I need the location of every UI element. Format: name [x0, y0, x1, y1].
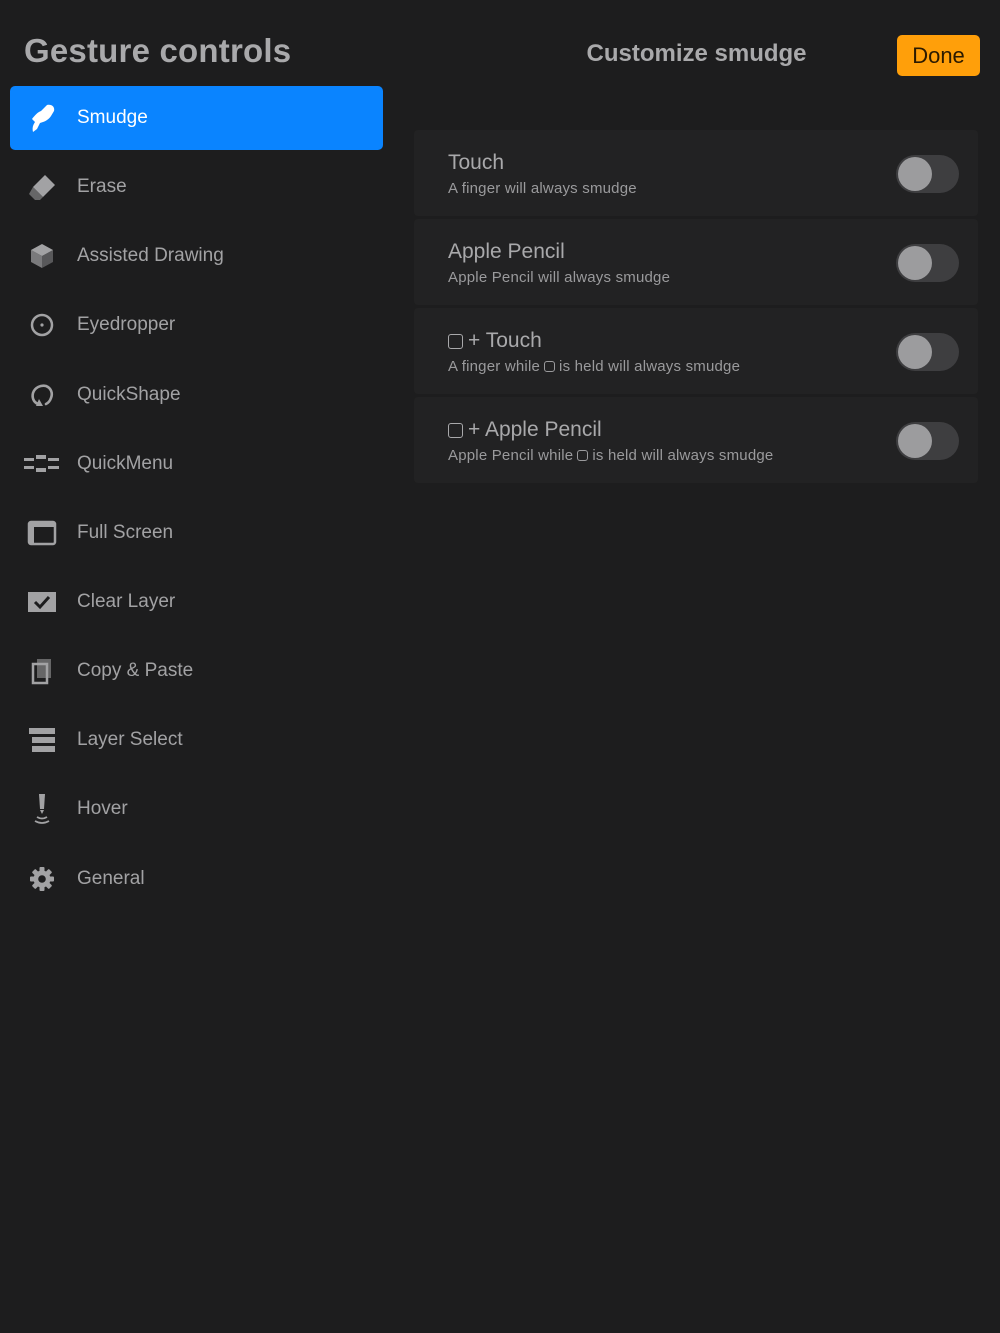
- panel-title: Gesture controls: [24, 32, 292, 69]
- touch-toggle[interactable]: [896, 155, 959, 193]
- sidebar-item-label: General: [77, 867, 145, 889]
- quickshape-icon: [24, 379, 60, 411]
- sidebar-item-label: Clear Layer: [77, 590, 176, 612]
- sidebar-item-quickshape[interactable]: QuickShape: [10, 363, 383, 427]
- sidebar-item-assisted-drawing[interactable]: Assisted Drawing: [10, 224, 383, 288]
- modifier-square-icon: [577, 450, 589, 461]
- modifier-square-icon: [448, 333, 463, 349]
- sidebar-item-label: Assisted Drawing: [77, 245, 224, 267]
- setting-title: Apple Pencil: [448, 240, 565, 264]
- gesture-list: Smudge Erase Assisted Drawing Eyedropper…: [10, 86, 383, 916]
- setting-title-text: + Apple Pencil: [468, 418, 602, 441]
- settings-list: Touch A finger will always smudge Apple …: [414, 130, 978, 486]
- sidebar-item-quickmenu[interactable]: QuickMenu: [10, 432, 383, 496]
- toggle-knob: [898, 335, 932, 369]
- sidebar-item-label: Hover: [77, 798, 128, 820]
- setting-description-text: Apple Pencil will always smudge: [448, 269, 671, 286]
- sidebar-item-layer-select[interactable]: Layer Select: [10, 708, 383, 772]
- setting-row-touch: Touch A finger will always smudge: [414, 130, 978, 216]
- sidebar-item-label: Layer Select: [77, 729, 183, 751]
- setting-title: Touch: [448, 151, 504, 175]
- sidebar-item-label: Erase: [77, 176, 127, 198]
- setting-description: A finger while is held will always smudg…: [448, 358, 740, 375]
- sidebar-item-full-screen[interactable]: Full Screen: [10, 501, 383, 565]
- toggle-knob: [898, 157, 932, 191]
- cube-icon: [24, 240, 60, 272]
- sidebar-item-hover[interactable]: Hover: [10, 777, 383, 841]
- layer-select-icon: [24, 724, 60, 756]
- setting-description: A finger will always smudge: [448, 180, 637, 197]
- setting-title-text: Apple Pencil: [448, 240, 565, 263]
- copy-paste-icon: [24, 655, 60, 687]
- clear-layer-icon: [24, 586, 60, 618]
- sidebar-item-general[interactable]: General: [10, 847, 383, 911]
- setting-description-text: A finger will always smudge: [448, 180, 637, 197]
- setting-description-text: is held will always smudge: [592, 447, 774, 464]
- sidebar-item-copy-paste[interactable]: Copy & Paste: [10, 639, 383, 703]
- setting-description-text: A finger while: [448, 358, 541, 375]
- smudge-icon: [24, 102, 60, 134]
- sidebar-item-label: QuickMenu: [77, 452, 174, 474]
- sidebar-item-label: QuickShape: [77, 383, 181, 405]
- sidebar-item-smudge[interactable]: Smudge: [10, 86, 383, 150]
- sidebar-item-eyedropper[interactable]: Eyedropper: [10, 293, 383, 357]
- toggle-knob: [898, 424, 932, 458]
- sidebar-item-label: Full Screen: [77, 521, 174, 543]
- setting-title-text: Touch: [448, 151, 505, 174]
- setting-title: + Apple Pencil: [448, 418, 602, 442]
- setting-title-text: + Touch: [468, 329, 542, 352]
- hover-icon: [24, 793, 60, 825]
- modifier-square-icon: [448, 422, 463, 438]
- toggle-knob: [898, 246, 932, 280]
- setting-description-text: Apple Pencil while: [448, 447, 574, 464]
- quickmenu-icon: [24, 448, 60, 480]
- modifier-square-icon: [544, 361, 556, 372]
- full-screen-icon: [24, 517, 60, 549]
- page-title: Customize smudge: [586, 40, 807, 67]
- gear-icon: [24, 863, 60, 895]
- modifier-apple-pencil-toggle[interactable]: [896, 422, 959, 460]
- setting-row-apple-pencil: Apple Pencil Apple Pencil will always sm…: [414, 219, 978, 305]
- setting-title: + Touch: [448, 329, 542, 353]
- sidebar-item-clear-layer[interactable]: Clear Layer: [10, 570, 383, 634]
- modifier-touch-toggle[interactable]: [896, 333, 959, 371]
- eyedropper-icon: [24, 309, 60, 341]
- sidebar-item-erase[interactable]: Erase: [10, 155, 383, 219]
- apple-pencil-toggle[interactable]: [896, 244, 959, 282]
- setting-description: Apple Pencil will always smudge: [448, 269, 670, 286]
- sidebar-item-label: Eyedropper: [77, 314, 176, 336]
- sidebar-item-label: Copy & Paste: [77, 660, 194, 682]
- setting-row-modifier-touch: + Touch A finger while is held will alwa…: [414, 308, 978, 394]
- done-button[interactable]: Done: [897, 35, 980, 76]
- setting-description-text: is held will always smudge: [559, 358, 741, 375]
- sidebar-item-label: Smudge: [77, 107, 148, 128]
- eraser-icon: [24, 171, 60, 203]
- setting-row-modifier-apple-pencil: + Apple Pencil Apple Pencil while is hel…: [414, 397, 978, 483]
- setting-description: Apple Pencil while is held will always s…: [448, 447, 773, 464]
